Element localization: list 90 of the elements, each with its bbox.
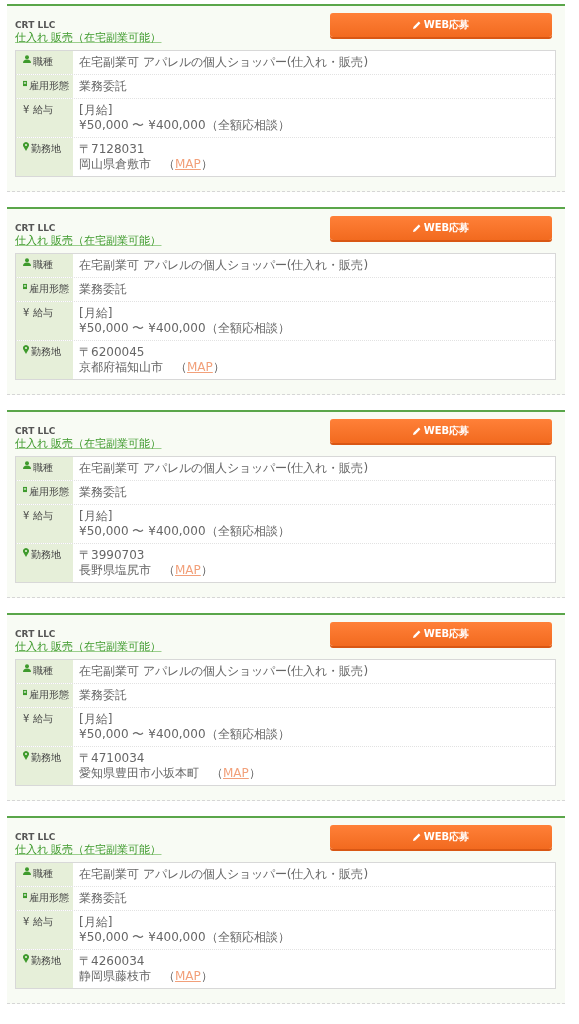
person-icon: [23, 55, 31, 63]
pencil-icon: [412, 427, 421, 435]
detail-text: [月給]: [79, 509, 114, 524]
company-name: CRT LLC: [15, 20, 57, 30]
detail-text: 業務委託: [79, 79, 128, 94]
address-text: 長野県塩尻市 （MAP）: [79, 563, 214, 578]
row-label: 勤務地: [31, 345, 61, 359]
apply-button[interactable]: WEB応募: [330, 622, 552, 646]
row-label: 勤務地: [31, 751, 61, 765]
row-label: 職種: [33, 55, 53, 69]
pin-icon: [23, 142, 29, 151]
person-icon: [23, 867, 31, 875]
map-link[interactable]: MAP: [223, 766, 249, 780]
detail-text: [月給]: [79, 103, 114, 118]
detail-text: 〒4710034: [79, 751, 146, 766]
detail-text: ¥50,000 〜 ¥400,000（全額応相談）: [79, 321, 291, 336]
company-name: CRT LLC: [15, 629, 57, 639]
detail-text: ¥50,000 〜 ¥400,000（全額応相談）: [79, 524, 291, 539]
detail-text: [月給]: [79, 306, 114, 321]
detail-text: [月給]: [79, 915, 114, 930]
detail-text: 〒6200045: [79, 345, 146, 360]
document-icon: [23, 485, 27, 494]
map-link[interactable]: MAP: [175, 563, 201, 577]
person-icon: [23, 664, 31, 672]
detail-text: 業務委託: [79, 282, 128, 297]
row-label: ¥ 給与: [23, 306, 53, 320]
person-icon: [23, 258, 31, 266]
job-title-link[interactable]: 仕入れ 販売（在宅副業可能）: [15, 842, 162, 857]
detail-text: 業務委託: [79, 891, 128, 906]
job-title-link[interactable]: 仕入れ 販売（在宅副業可能）: [15, 30, 162, 45]
detail-text: ¥50,000 〜 ¥400,000（全額応相談）: [79, 118, 291, 133]
row-label: ¥ 給与: [23, 103, 53, 117]
detail-text: 在宅副業可 アパレルの個人ショッパー(仕入れ・販売): [79, 461, 370, 476]
row-label: ¥ 給与: [23, 509, 53, 523]
document-icon: [23, 891, 27, 900]
job-title-link[interactable]: 仕入れ 販売（在宅副業可能）: [15, 233, 162, 248]
detail-text: 在宅副業可 アパレルの個人ショッパー(仕入れ・販売): [79, 867, 370, 882]
pencil-icon: [412, 833, 421, 841]
person-icon: [23, 461, 31, 469]
pin-icon: [23, 345, 29, 354]
address-text: 静岡県藤枝市 （MAP）: [79, 969, 214, 984]
detail-text: ¥50,000 〜 ¥400,000（全額応相談）: [79, 930, 291, 945]
detail-text: 業務委託: [79, 688, 128, 703]
apply-button[interactable]: WEB応募: [330, 825, 552, 849]
row-label: 雇用形態: [29, 79, 69, 93]
row-label: 雇用形態: [29, 485, 69, 499]
job-title-link[interactable]: 仕入れ 販売（在宅副業可能）: [15, 436, 162, 451]
detail-text: [月給]: [79, 712, 114, 727]
detail-text: 〒4260034: [79, 954, 146, 969]
row-label: 勤務地: [31, 142, 61, 156]
pencil-icon: [412, 224, 421, 232]
detail-text: 〒3990703: [79, 548, 146, 563]
row-label: 勤務地: [31, 954, 61, 968]
pin-icon: [23, 751, 29, 760]
address-text: 愛知県豊田市小坂本町 （MAP）: [79, 766, 262, 781]
document-icon: [23, 79, 27, 88]
row-label: 雇用形態: [29, 282, 69, 296]
apply-button[interactable]: WEB応募: [330, 216, 552, 240]
company-name: CRT LLC: [15, 223, 57, 233]
row-label: 職種: [33, 258, 53, 272]
pencil-icon: [412, 21, 421, 29]
row-label: ¥ 給与: [23, 712, 53, 726]
detail-text: 在宅副業可 アパレルの個人ショッパー(仕入れ・販売): [79, 664, 370, 679]
address-text: 岡山県倉敷市 （MAP）: [79, 157, 214, 172]
row-label: 雇用形態: [29, 688, 69, 702]
row-label: ¥ 給与: [23, 915, 53, 929]
pencil-icon: [412, 630, 421, 638]
pin-icon: [23, 954, 29, 963]
company-name: CRT LLC: [15, 426, 57, 436]
map-link[interactable]: MAP: [187, 360, 213, 374]
detail-text: 在宅副業可 アパレルの個人ショッパー(仕入れ・販売): [79, 55, 370, 70]
document-icon: [23, 688, 27, 697]
document-icon: [23, 282, 27, 291]
pin-icon: [23, 548, 29, 557]
detail-text: 〒7128031: [79, 142, 146, 157]
apply-button[interactable]: WEB応募: [330, 419, 552, 443]
company-name: CRT LLC: [15, 832, 57, 842]
row-label: 職種: [33, 461, 53, 475]
detail-text: ¥50,000 〜 ¥400,000（全額応相談）: [79, 727, 291, 742]
address-text: 京都府福知山市 （MAP）: [79, 360, 226, 375]
row-label: 職種: [33, 664, 53, 678]
job-title-link[interactable]: 仕入れ 販売（在宅副業可能）: [15, 639, 162, 654]
row-label: 勤務地: [31, 548, 61, 562]
row-label: 雇用形態: [29, 891, 69, 905]
row-label: 職種: [33, 867, 53, 881]
apply-button[interactable]: WEB応募: [330, 13, 552, 37]
detail-text: 業務委託: [79, 485, 128, 500]
detail-text: 在宅副業可 アパレルの個人ショッパー(仕入れ・販売): [79, 258, 370, 273]
map-link[interactable]: MAP: [175, 157, 201, 171]
map-link[interactable]: MAP: [175, 969, 201, 983]
